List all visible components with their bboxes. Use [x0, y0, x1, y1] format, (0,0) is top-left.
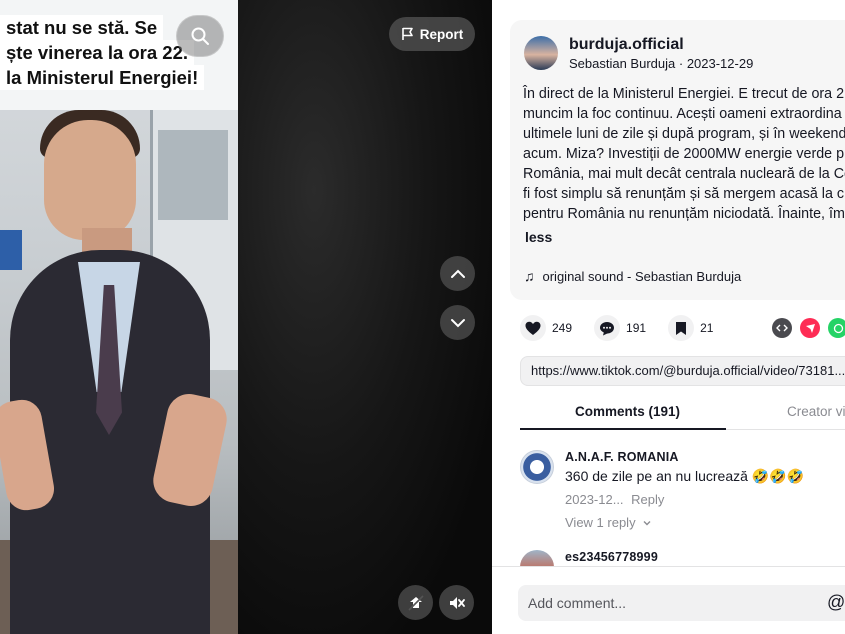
description-line: pentru România nu renunțăm niciodată. În… — [523, 206, 845, 222]
comment-button[interactable]: 191 — [594, 315, 646, 341]
post-description: În direct de la Ministerul Energiei. E t… — [523, 84, 845, 224]
commenter-avatar[interactable] — [520, 450, 554, 484]
floating-player-button[interactable] — [398, 585, 433, 620]
chevron-down-icon — [643, 520, 651, 525]
view-replies-label: View 1 reply — [565, 515, 636, 530]
comment-date: 2023-12... — [565, 492, 624, 507]
report-button[interactable]: Report — [389, 17, 475, 51]
music-note-icon: ♫ — [524, 268, 535, 284]
next-video-button[interactable] — [440, 305, 475, 340]
comment-item: A.N.A.F. ROMANIA 360 de zile pe an nu lu… — [520, 450, 840, 540]
comment-text: 360 de zile pe an nu lucrează 🤣🤣🤣 — [565, 468, 805, 484]
like-count: 249 — [552, 321, 573, 335]
description-line: ultimele luni de zile și după program, ș… — [523, 126, 845, 142]
speaker-muted-icon — [449, 596, 465, 609]
like-button[interactable]: 249 — [520, 315, 572, 341]
author-meta: Sebastian Burduja · 2023-12-29 — [569, 56, 754, 71]
chevron-up-icon — [450, 269, 465, 278]
comment-meta: 2023-12... Reply — [565, 492, 664, 507]
author-name[interactable]: Sebastian Burduja — [569, 56, 675, 71]
person-head — [44, 120, 136, 240]
view-replies-button[interactable]: View 1 reply — [565, 515, 652, 530]
flag-icon — [401, 27, 413, 40]
whatsapp-icon[interactable] — [828, 318, 845, 338]
description-line: muncim la foc continuu. Acești oameni ex… — [523, 106, 842, 122]
details-panel: burduja.official Sebastian Burduja · 202… — [492, 0, 845, 634]
caption-line: stat nu se stă. Se — [0, 15, 164, 40]
video-stage: stat nu se stă. Se ște vinerea la ora 22… — [0, 0, 492, 634]
post-date: 2023-12-29 — [686, 56, 754, 71]
send-icon[interactable] — [800, 318, 820, 338]
comment-composer: @ — [492, 566, 845, 634]
bookmark-icon — [668, 315, 695, 341]
less-button[interactable]: less — [525, 229, 552, 245]
tab-comments[interactable]: Comments (191) — [575, 404, 680, 419]
active-tab-indicator — [520, 428, 726, 430]
video-url-field[interactable]: https://www.tiktok.com/@burduja.official… — [520, 356, 845, 386]
sound-link[interactable]: ♫ original sound - Sebastian Burduja — [524, 268, 741, 284]
description-line: În direct de la Ministerul Energiei. E t… — [523, 86, 845, 102]
mention-icon[interactable]: @ — [827, 592, 845, 613]
tiktok-video-page: stat nu se stă. Se ște vinerea la ora 22… — [0, 0, 845, 634]
save-count: 21 — [700, 321, 714, 335]
description-line: fi fost simplu să renunțăm și să mergem … — [523, 186, 845, 202]
search-icon — [191, 27, 209, 45]
video-caption-overlay: stat nu se stă. Se ște vinerea la ora 22… — [0, 15, 205, 90]
share-row — [772, 318, 845, 338]
save-button[interactable]: 21 — [668, 315, 713, 341]
caption-line: la Ministerul Energiei! — [0, 65, 205, 90]
search-button[interactable] — [176, 15, 224, 57]
chevron-down-icon — [450, 318, 465, 327]
sound-title: original sound - Sebastian Burduja — [542, 268, 742, 284]
commenter-name[interactable]: es23456778999 — [565, 550, 658, 564]
report-label: Report — [419, 26, 464, 42]
reply-button[interactable]: Reply — [631, 492, 664, 507]
comment-icon — [594, 315, 621, 341]
mute-button[interactable] — [439, 585, 474, 620]
video-frame[interactable]: stat nu se stă. Se ște vinerea la ora 22… — [0, 0, 238, 634]
comment-tabs: Comments (191) Creator vid — [520, 398, 845, 430]
commenter-name[interactable]: A.N.A.F. ROMANIA — [565, 450, 679, 464]
comment-count: 191 — [626, 321, 647, 335]
description-line: acum. Miza? Investiții de 2000MW energie… — [523, 146, 845, 162]
author-avatar[interactable] — [524, 36, 558, 70]
description-line: România, mai mult decât centrala nuclear… — [523, 166, 845, 182]
author-handle[interactable]: burduja.official — [569, 36, 684, 54]
add-comment-input[interactable] — [518, 585, 845, 621]
heart-icon — [520, 315, 546, 341]
tab-creator-videos[interactable]: Creator vid — [787, 404, 845, 419]
previous-video-button[interactable] — [440, 256, 475, 291]
floating-player-icon — [407, 594, 424, 611]
caption-line: ște vinerea la ora 22. — [0, 40, 195, 65]
action-row: 249 191 21 — [520, 314, 735, 342]
embed-icon[interactable] — [772, 318, 792, 338]
